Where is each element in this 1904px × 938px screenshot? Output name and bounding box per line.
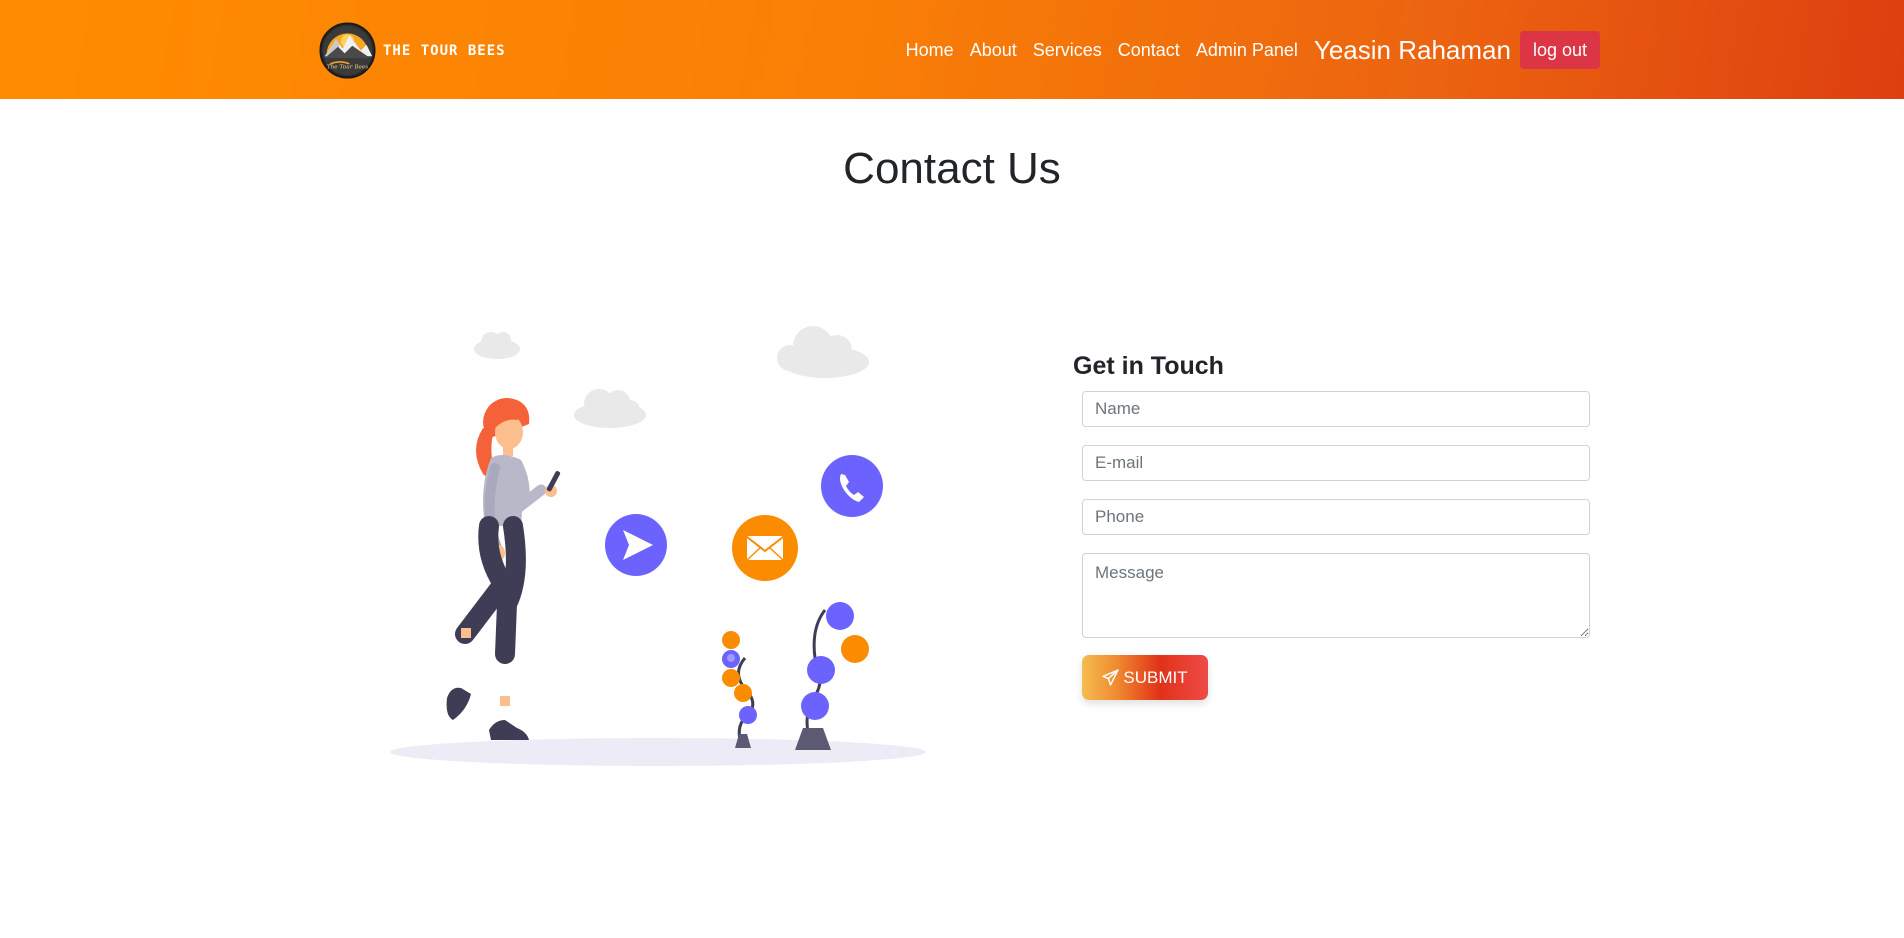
envelope-icon: [732, 515, 798, 581]
submit-button[interactable]: SUBMIT: [1082, 655, 1208, 700]
submit-label: SUBMIT: [1123, 667, 1188, 687]
plant-large: [795, 602, 869, 750]
cloud-icon: [777, 326, 869, 378]
email-field[interactable]: [1082, 445, 1590, 481]
nav-home-link[interactable]: Home: [906, 40, 954, 61]
brand[interactable]: The Tour Bees THE TOUR BEES: [319, 22, 506, 79]
nav-about-link[interactable]: About: [970, 40, 1017, 61]
main-nav: Home About Services Contact Admin Panel …: [906, 30, 1600, 70]
phone-field[interactable]: [1082, 499, 1590, 535]
user-name: Yeasin Rahaman: [1313, 34, 1511, 65]
plant-small: [722, 631, 757, 748]
cloud-icon: [474, 332, 520, 359]
page-title: Contact Us: [843, 144, 1061, 193]
phone-icon: [821, 455, 883, 517]
message-field[interactable]: [1082, 553, 1590, 638]
logout-button[interactable]: log out: [1519, 31, 1600, 69]
cloud-icon: [574, 389, 646, 428]
ground-shadow: [390, 738, 926, 766]
name-field[interactable]: [1082, 391, 1590, 427]
nav-contact-link[interactable]: Contact: [1118, 40, 1180, 61]
mountain-logo-icon: The Tour Bees: [319, 22, 376, 79]
brand-name: THE TOUR BEES: [383, 42, 506, 59]
nav-services-link[interactable]: Services: [1033, 40, 1102, 61]
paper-plane-icon: [1102, 669, 1120, 686]
nav-admin-panel-link[interactable]: Admin Panel: [1196, 40, 1298, 61]
form-title: Get in Touch: [1073, 352, 1224, 380]
navbar: The Tour Bees THE TOUR BEES Home About S…: [0, 0, 1904, 99]
logo-script-text: The Tour Bees: [327, 65, 369, 71]
contact-illustration-svg: [390, 326, 926, 766]
contact-illustration: [385, 318, 940, 770]
send-icon: [605, 514, 667, 576]
woman-figure: [446, 398, 561, 740]
